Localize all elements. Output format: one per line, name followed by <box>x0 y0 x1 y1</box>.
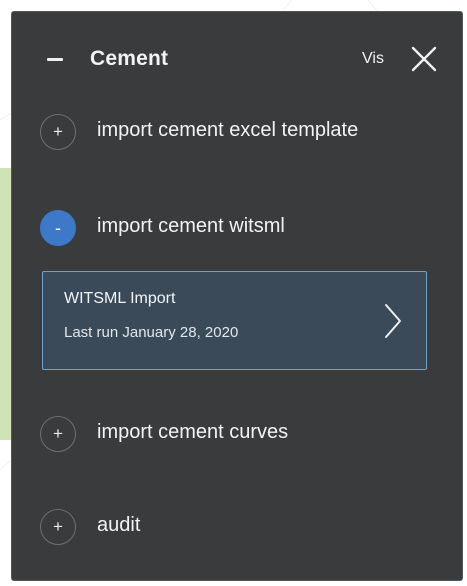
item-label[interactable]: import cement excel template <box>97 119 358 142</box>
item-import-cement-curves[interactable]: + import cement curves <box>40 415 440 455</box>
item-label[interactable]: import cement witsml <box>97 215 285 238</box>
chevron-right-icon[interactable] <box>383 302 403 340</box>
minus-icon[interactable]: - <box>40 210 76 246</box>
cement-panel: Cement Vis + import cement excel templat… <box>11 11 463 581</box>
plus-icon[interactable]: + <box>40 114 76 150</box>
item-label[interactable]: import cement curves <box>97 421 288 444</box>
close-icon[interactable] <box>410 45 438 73</box>
witsml-import-card[interactable]: WITSML Import Last run January 28, 2020 <box>42 271 427 370</box>
vis-button[interactable]: Vis <box>362 50 384 68</box>
panel-title: Cement <box>90 47 169 70</box>
minus-icon[interactable] <box>47 58 63 61</box>
panel-header: Cement Vis <box>12 12 462 104</box>
card-subtitle: Last run January 28, 2020 <box>64 324 239 341</box>
item-import-cement-excel-template[interactable]: + import cement excel template <box>40 113 440 153</box>
item-import-cement-witsml[interactable]: - import cement witsml <box>40 209 440 249</box>
item-audit[interactable]: + audit <box>40 508 440 548</box>
item-label[interactable]: audit <box>97 514 140 537</box>
plus-icon[interactable]: + <box>40 509 76 545</box>
plus-icon[interactable]: + <box>40 416 76 452</box>
card-title: WITSML Import <box>64 290 176 307</box>
